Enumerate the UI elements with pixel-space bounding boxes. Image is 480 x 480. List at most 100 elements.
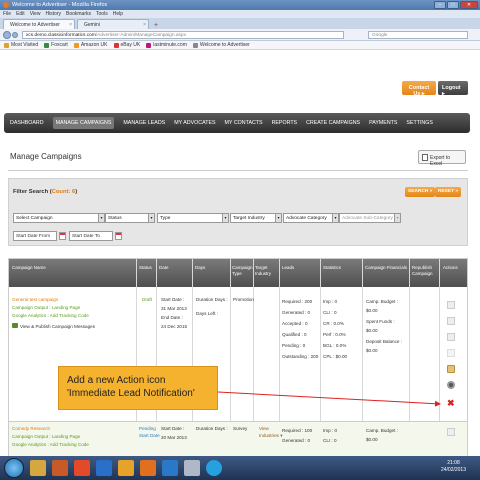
- campaign-output[interactable]: Campaign Output : Landing Page: [12, 305, 80, 310]
- end-date-label: End Date :: [161, 315, 183, 320]
- ie-icon[interactable]: [96, 460, 112, 476]
- pause-icon[interactable]: [447, 333, 455, 341]
- notes-icon[interactable]: [447, 365, 455, 373]
- col-leads[interactable]: Leads: [282, 265, 294, 271]
- close-tab-icon[interactable]: ×: [69, 22, 72, 28]
- contact-us-button[interactable]: Contact Us ▸: [402, 81, 436, 97]
- col-financials[interactable]: Campaign Financials: [365, 265, 407, 271]
- days-left: Days Left :: [196, 311, 218, 316]
- nav-reports[interactable]: REPORTS: [272, 120, 298, 126]
- report-icon[interactable]: [447, 349, 455, 357]
- col-campaign-name[interactable]: Campaign Name: [12, 265, 46, 271]
- leads-generated: Generated : 0: [282, 438, 311, 443]
- publish-messages-link[interactable]: View & Publish Campaign Messages: [12, 323, 95, 329]
- nav-my-advocates[interactable]: MY ADVOCATES: [174, 120, 215, 126]
- type-dropdown[interactable]: Type ▾: [157, 213, 229, 223]
- minimize-button[interactable]: –: [434, 1, 446, 9]
- target-industry-dropdown[interactable]: Target Industry ▾: [230, 213, 282, 223]
- col-date[interactable]: Date: [159, 265, 169, 271]
- start-button[interactable]: [4, 458, 24, 478]
- firefox-taskbar-icon[interactable]: [140, 460, 156, 476]
- col-days[interactable]: Days: [195, 265, 205, 271]
- view-industries-link[interactable]: View: [259, 426, 269, 431]
- col-statistics[interactable]: Statistics: [323, 265, 341, 271]
- bookmark-label: Most Visited: [11, 42, 39, 48]
- copy-icon[interactable]: [447, 428, 455, 436]
- system-clock[interactable]: 21:08 24/02/2013: [441, 460, 466, 474]
- search-button[interactable]: SEARCH »: [405, 187, 436, 197]
- select-campaign-dropdown[interactable]: Select Campaign ▾: [13, 213, 105, 223]
- bookmark-lastminute[interactable]: lastminute.com: [146, 42, 187, 48]
- paint-icon[interactable]: [184, 460, 200, 476]
- status-dropdown[interactable]: Status ▾: [105, 213, 155, 223]
- campaign-output[interactable]: Campaign Output : Landing Page: [12, 434, 80, 439]
- immediate-lead-notification-icon[interactable]: ✖: [447, 399, 455, 408]
- close-tab-icon[interactable]: ×: [143, 22, 146, 28]
- bookmark-label: eBay UK: [120, 42, 141, 48]
- nav-manage-leads[interactable]: MANAGE LEADS: [123, 120, 165, 126]
- browser-tab-gemini[interactable]: Gemini ×: [77, 19, 149, 29]
- close-window-button[interactable]: ✕: [460, 1, 478, 9]
- nav-payments[interactable]: PAYMENTS: [369, 120, 397, 126]
- back-arrow-icon[interactable]: [3, 31, 11, 39]
- col-status[interactable]: Status: [139, 265, 152, 271]
- stat-cli: CLI : 0: [323, 310, 337, 315]
- col-republish[interactable]: Republish Campaign: [412, 265, 438, 277]
- browser-tab-advertiser[interactable]: Welcome to Advertiser ×: [3, 19, 75, 29]
- nav-settings[interactable]: SETTINGS: [406, 120, 433, 126]
- chevron-down-icon: ▾: [148, 214, 154, 222]
- bookmark-label: Welcome to Advertiser: [199, 42, 250, 48]
- bookmark-amazon[interactable]: Amazon UK: [73, 42, 108, 48]
- explorer-icon[interactable]: [30, 460, 46, 476]
- calendar-icon[interactable]: [115, 232, 122, 240]
- nav-create-campaigns[interactable]: CREATE CAMPAIGNS: [306, 120, 360, 126]
- tab-label: Welcome to Advertiser: [10, 22, 60, 28]
- advocate-subcategory-dropdown[interactable]: Advocate Sub-Category ▾: [339, 213, 401, 223]
- bookmark-most-visited[interactable]: Most Visited: [4, 42, 38, 48]
- menu-edit[interactable]: Edit: [16, 11, 25, 17]
- acrobat-icon[interactable]: [74, 460, 90, 476]
- campaign-name-link[interactable]: Comedy Research: [12, 426, 50, 431]
- google-analytics-link[interactable]: Google Analytics : Add Tracking Code: [12, 442, 89, 447]
- edit-icon[interactable]: [447, 317, 455, 325]
- maximize-button[interactable]: □: [447, 1, 459, 9]
- dropdown-value: Status: [108, 216, 122, 221]
- reset-button[interactable]: RESET »: [435, 187, 462, 197]
- menu-view[interactable]: View: [30, 11, 41, 17]
- nav-my-contacts[interactable]: MY CONTACTS: [225, 120, 263, 126]
- settings-icon[interactable]: [447, 381, 455, 389]
- menu-help[interactable]: Help: [113, 11, 123, 17]
- col-target-industry[interactable]: Target Industry: [255, 265, 279, 277]
- campaign-name-link[interactable]: General test campaign: [12, 297, 58, 302]
- address-bar[interactable]: xcs.demo.classicinformatics.com/Advertis…: [22, 31, 344, 39]
- outlook-icon[interactable]: [118, 460, 134, 476]
- start-date-to-input[interactable]: Start Date To: [69, 231, 113, 241]
- col-actions[interactable]: Actions: [443, 265, 458, 271]
- bookmark-foxcart[interactable]: Foxcart: [44, 42, 68, 48]
- bookmark-label: Foxcart: [51, 42, 68, 48]
- menu-tools[interactable]: Tools: [96, 11, 108, 17]
- start-date-from-input[interactable]: Start Date From: [13, 231, 57, 241]
- browser-search-input[interactable]: Google: [368, 31, 468, 39]
- bookmark-ebay[interactable]: eBay UK: [113, 42, 141, 48]
- menu-file[interactable]: File: [3, 11, 11, 17]
- bookmark-advertiser[interactable]: Welcome to Advertiser: [192, 42, 250, 48]
- menu-history[interactable]: History: [45, 11, 61, 17]
- copy-icon[interactable]: [447, 301, 455, 309]
- word-icon[interactable]: [162, 460, 178, 476]
- google-analytics-link[interactable]: Google Analytics : Add Tracking Code: [12, 313, 89, 318]
- powerpoint-icon[interactable]: [52, 460, 68, 476]
- menu-bookmarks[interactable]: Bookmarks: [66, 11, 91, 17]
- forward-arrow-icon[interactable]: [12, 32, 18, 38]
- nav-manage-campaigns[interactable]: MANAGE CAMPAIGNS: [52, 117, 115, 129]
- nav-dashboard[interactable]: DASHBOARD: [10, 120, 44, 126]
- advocate-category-dropdown[interactable]: Advocate Category ▾: [283, 213, 339, 223]
- calendar-icon[interactable]: [59, 232, 66, 240]
- col-campaign-type[interactable]: Campaign Type: [232, 265, 254, 277]
- new-tab-button[interactable]: +: [151, 22, 161, 29]
- campaign-type-value: Promotion: [233, 297, 254, 302]
- industries-dropdown[interactable]: Industries ▾: [259, 433, 283, 439]
- skype-icon[interactable]: [206, 460, 222, 476]
- export-excel-button[interactable]: Export to Excel: [418, 150, 466, 167]
- logout-button[interactable]: Logout ▸: [438, 81, 468, 97]
